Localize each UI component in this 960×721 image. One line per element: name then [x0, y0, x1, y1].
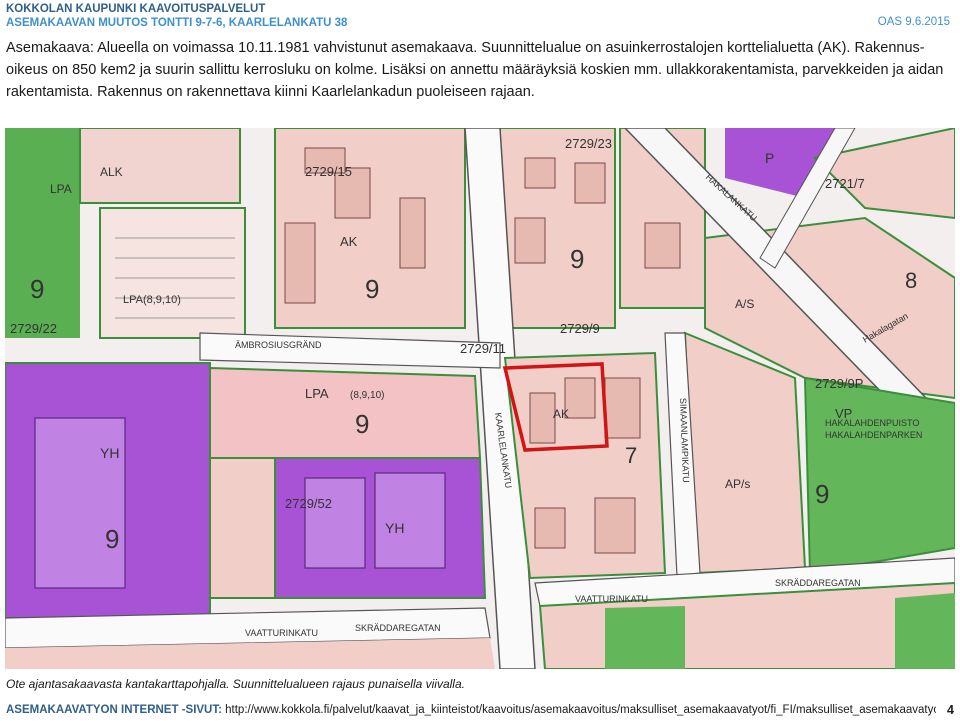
page-number: 4 — [947, 703, 954, 717]
label-2729-15: 2729/15 — [305, 164, 352, 179]
footer-url[interactable]: http://www.kokkola.fi/palvelut/kaavat_ja… — [222, 704, 936, 716]
label-2729-52: 2729/52 — [285, 496, 332, 511]
label-9-lpa: 9 — [355, 409, 369, 439]
body-paragraph: Asemakaava: Alueella on voimassa 10.11.1… — [6, 40, 944, 100]
zoning-map: 9 2729/22 LPA(8,9,10) ALK LPA 2729/15 AK… — [5, 128, 955, 669]
header-date: OAS 9.6.2015 — [877, 16, 950, 28]
label-2729-11: 2729/11 — [460, 341, 506, 356]
label-lpa-south-units: (8,9,10) — [350, 390, 384, 401]
label-p: P — [765, 150, 774, 166]
block-lpa-south — [209, 366, 482, 459]
park-area-west — [5, 128, 80, 338]
document-header: KOKKOLAN KAUPUNKI KAAVOITUSPALVELUT ASEM… — [6, 2, 347, 30]
zoning-map-drawing: 9 2729/22 LPA(8,9,10) ALK LPA 2729/15 AK… — [5, 128, 955, 669]
map-caption: Ote ajantasakaavasta kantakarttapohjalla… — [6, 677, 465, 691]
label-9-public: 9 — [105, 524, 119, 554]
label-yh-west: YH — [100, 445, 119, 461]
label-2729-22: 2729/22 — [10, 321, 57, 336]
label-as: A/S — [735, 297, 754, 311]
document-footer: ASEMAKAAVATYÖN INTERNET -SIVUT: http://w… — [6, 704, 936, 716]
street-ambrosiusgrand: ÄMBROSIUSGRÄND — [235, 340, 322, 350]
label-9-park: 9 — [815, 479, 829, 509]
label-9-west: 9 — [30, 274, 44, 304]
label-hakalahdenpuisto: HAKALAHDENPUISTO — [825, 418, 919, 428]
label-ak: AK — [340, 234, 358, 249]
label-7: 7 — [625, 443, 637, 468]
label-lpa-small: LPA — [50, 182, 72, 196]
street-skraddaregatan-west: SKRÄDDAREGATAN — [355, 623, 441, 633]
header-org: KOKKOLAN KAUPUNKI KAAVOITUSPALVELUT — [6, 3, 266, 15]
label-lpa-north: LPA(8,9,10) — [123, 294, 181, 306]
label-9-northeast: 9 — [570, 244, 584, 274]
footer-label: ASEMAKAAVATYÖN INTERNET -SIVUT: — [6, 704, 222, 716]
label-9-center: 9 — [365, 274, 379, 304]
label-hakalahdenparken: HAKALAHDENPARKEN — [825, 430, 922, 440]
street-vaatturinkatu-east: VAATTURINKATU — [575, 594, 648, 604]
street-vaatturinkatu-west: VAATTURINKATU — [245, 628, 318, 638]
header-project: ASEMAKAAVAN MUUTOS TONTTI 9-7-6, KAARLEL… — [6, 17, 348, 29]
label-2721-7: 2721/7 — [825, 176, 865, 191]
label-ap-s: AP/s — [725, 477, 750, 491]
label-alk: ALK — [100, 165, 123, 179]
label-ak-site: AK — [553, 407, 569, 421]
street-skraddaregatan-east: SKRÄDDAREGATAN — [775, 578, 861, 588]
label-8: 8 — [905, 268, 917, 293]
park-hakalahdenpuisto — [803, 376, 955, 575]
label-lpa-south: LPA — [305, 386, 329, 401]
label-2729-9p: 2729/9P — [815, 376, 863, 391]
label-2729-23: 2729/23 — [565, 136, 612, 151]
label-2729-9: 2729/9 — [560, 321, 600, 336]
label-yh-center: YH — [385, 520, 404, 536]
